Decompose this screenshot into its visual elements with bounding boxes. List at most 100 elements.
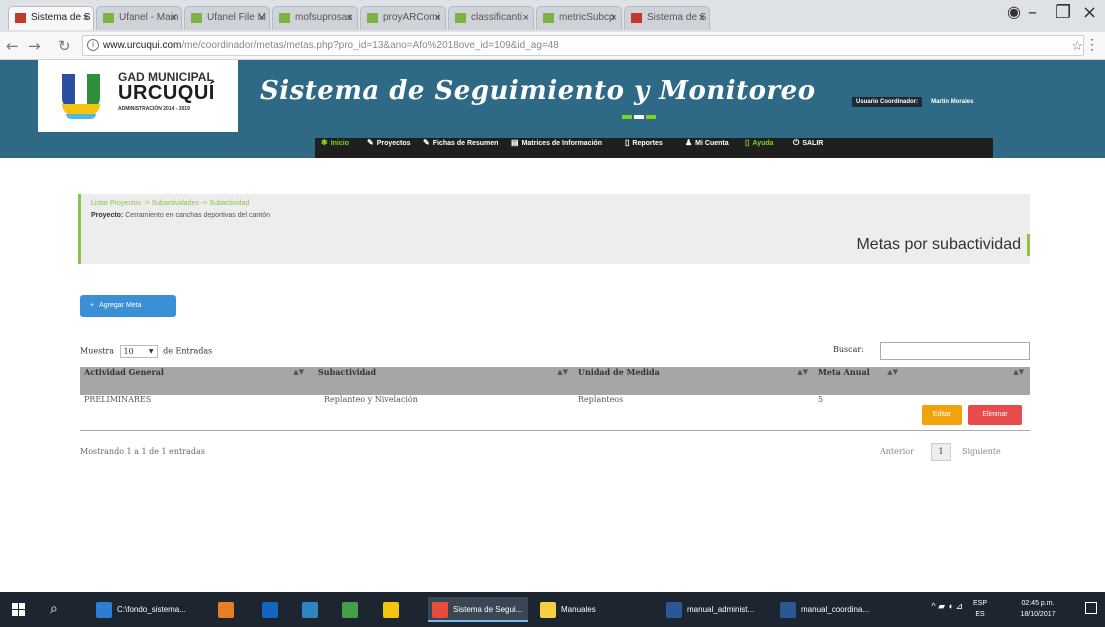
browser-tab-bar: Sistema de S × Ufanel - Main × Ufanel File M…	[0, 0, 1105, 32]
url-input[interactable]: i www.urcuqui.com/me/coordinador/metas/m…	[82, 35, 1084, 56]
url-host: www.urcuqui.com	[103, 40, 182, 51]
page-title: Metas por subactividad	[856, 234, 1030, 256]
browser-tab[interactable]: metricSubcp ×	[536, 6, 622, 30]
taskbar-app[interactable]: Manuales	[540, 597, 640, 622]
browser-tab[interactable]: Sistema de S ×	[8, 6, 94, 30]
column-header-unidad[interactable]: Unidad de Medida ▲▼	[574, 367, 814, 395]
next-page-button[interactable]: Siguiente	[962, 447, 1001, 456]
municipal-logo[interactable]: GAD MUNICIPAL URCUQUÍ ADMINISTRACIÓN 201…	[38, 60, 238, 132]
browser-tab[interactable]: Ufanel - Main ×	[96, 6, 182, 30]
previous-page-button[interactable]: Anterior	[880, 447, 914, 456]
close-tab-icon[interactable]: ×	[435, 7, 441, 29]
taskbar-app-label: Sistema de Segui...	[453, 605, 523, 614]
close-window-icon[interactable]: ×	[1082, 2, 1097, 23]
notification-icon[interactable]	[1085, 602, 1097, 614]
menu-item-salir[interactable]: ⏻ SALIR	[793, 138, 823, 158]
back-icon[interactable]: ←	[6, 37, 19, 55]
browser-tab[interactable]: Ufanel File M ×	[184, 6, 270, 30]
column-header-meta[interactable]: Meta Anual ▲▼	[814, 367, 904, 395]
project-line: Proyecto: Cerramiento en canchas deporti…	[91, 212, 270, 219]
page-1-button[interactable]: 1	[931, 443, 951, 461]
taskbar-app[interactable]	[262, 597, 284, 622]
taskbar-app-label: Manuales	[561, 605, 596, 614]
taskbar-app[interactable]: manual_coordina...	[780, 597, 880, 622]
page-header-panel: Listar Proyectos -> Subactividades -> Su…	[78, 194, 1030, 264]
close-tab-icon[interactable]: ×	[699, 7, 705, 29]
document-icon: ▯	[745, 138, 750, 147]
add-goal-label: Agregar Meta	[99, 302, 142, 309]
close-tab-icon[interactable]: ×	[523, 7, 529, 29]
pencil-icon: ✎	[367, 138, 374, 147]
menu-item-proyectos[interactable]: ✎ Proyectos	[367, 138, 411, 158]
maximize-icon[interactable]: ❐	[1055, 2, 1071, 23]
browser-tab-label: Sistema de S	[647, 12, 707, 23]
grid-icon: ▤	[511, 138, 519, 147]
taskbar-app[interactable]	[383, 597, 405, 622]
taskbar-app[interactable]	[218, 597, 240, 622]
forward-icon[interactable]: →	[28, 37, 41, 55]
menu-item-ayuda[interactable]: ▯ Ayuda	[745, 138, 774, 158]
app-icon	[432, 601, 448, 618]
favicon-icon	[631, 13, 642, 23]
delete-button[interactable]: Eliminar	[968, 405, 1022, 425]
browser-tab-label: mofsuprosac	[295, 12, 353, 23]
browser-tab[interactable]: proyARComi ×	[360, 6, 446, 30]
add-goal-button[interactable]: + Agregar Meta	[80, 295, 176, 317]
close-tab-icon[interactable]: ×	[259, 7, 265, 29]
menu-item-label: SALIR	[802, 140, 824, 147]
urcuqui-u-logo-icon	[62, 74, 100, 120]
system-tray-icons[interactable]: ^ ▰ ◖ ⊿	[931, 601, 963, 612]
menu-item-label: Ayuda	[752, 140, 774, 147]
reload-icon[interactable]: ↻	[58, 37, 71, 55]
app-header: GAD MUNICIPAL URCUQUÍ ADMINISTRACIÓN 201…	[0, 60, 1105, 158]
app-icon	[540, 601, 556, 618]
menu-item-inicio[interactable]: ✱ Inicio	[321, 138, 349, 158]
column-header-actividad[interactable]: Actividad General ▲▼	[80, 367, 310, 395]
windows-taskbar: ⌕ ^ ▰ ◖ ⊿ ESP ES 02:45 p.m. 18/10/2017 C…	[0, 592, 1105, 627]
close-tab-icon[interactable]: ×	[171, 7, 177, 29]
menu-item-fichas-de-resumen[interactable]: ✎ Fichas de Resumen	[423, 138, 498, 158]
info-icon[interactable]: i	[87, 39, 99, 51]
menu-item-mi-cuenta[interactable]: ♟ Mi Cuenta	[685, 138, 729, 158]
taskbar-app[interactable]: manual_administ...	[666, 597, 766, 622]
menu-item-reportes[interactable]: ▯ Reportes	[625, 138, 663, 158]
breadcrumb[interactable]: Listar Proyectos -> Subactividades -> Su…	[91, 200, 249, 207]
logo-line-2: URCUQUÍ	[118, 82, 215, 104]
browser-tab[interactable]: Sistema de S ×	[624, 6, 710, 30]
close-tab-icon[interactable]: ×	[347, 7, 353, 29]
column-header-subactividad[interactable]: Subactividad ▲▼	[314, 367, 574, 395]
minimize-icon[interactable]: –	[1028, 2, 1037, 23]
sort-icon: ▲▼	[1013, 367, 1024, 376]
app-icon	[218, 601, 234, 618]
taskbar-app[interactable]: C:\fondo_sistema...	[96, 597, 206, 622]
bookmark-star-icon[interactable]: ☆	[1071, 38, 1083, 54]
close-tab-icon[interactable]: ×	[83, 7, 89, 29]
browser-menu-icon[interactable]: ⋮	[1085, 36, 1099, 53]
profile-icon[interactable]: ◉	[1007, 2, 1021, 22]
browser-tab[interactable]: classificanti ×	[448, 6, 534, 30]
windows-start-icon[interactable]	[12, 603, 26, 617]
taskbar-app[interactable]	[302, 597, 324, 622]
search-icon[interactable]: ⌕	[50, 600, 58, 617]
home-icon: ✱	[321, 138, 328, 147]
taskbar-app[interactable]: Sistema de Segui...	[428, 597, 528, 622]
language-indicator[interactable]: ESP ES	[969, 598, 991, 620]
table-info: Mostrando 1 a 1 de 1 entradas	[80, 447, 205, 456]
sort-icon: ▲▼	[557, 367, 568, 376]
user-icon: ♟	[685, 138, 693, 147]
search-input[interactable]	[880, 342, 1030, 360]
app-icon	[342, 601, 358, 618]
menu-item-matrices-de-informaci-n[interactable]: ▤ Matrices de Información	[511, 138, 602, 158]
close-tab-icon[interactable]: ×	[611, 7, 617, 29]
browser-tab[interactable]: mofsuprosac ×	[272, 6, 358, 30]
pencil-icon: ✎	[423, 138, 430, 147]
clock[interactable]: 02:45 p.m. 18/10/2017	[1003, 598, 1073, 620]
column-header-actions: ▲▼	[906, 367, 1030, 395]
browser-tab-label: proyARComi	[383, 12, 440, 23]
edit-button[interactable]: Editar	[922, 405, 962, 425]
page-size-select[interactable]: 10 ▼	[119, 345, 158, 358]
clock-date: 18/10/2017	[1020, 611, 1056, 618]
taskbar-app[interactable]	[342, 597, 364, 622]
show-prefix: Muestra	[80, 346, 114, 356]
app-icon	[302, 601, 318, 618]
